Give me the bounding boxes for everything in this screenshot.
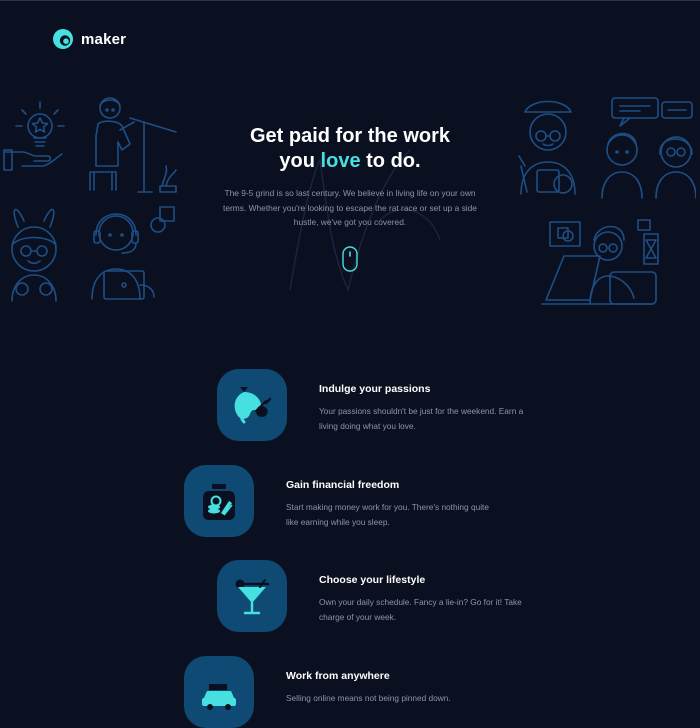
feature-text: Gain financial freedom Start making mone… [286,479,496,530]
feature-description: Selling online means not being pinned do… [286,693,451,703]
logo[interactable]: maker [52,28,126,50]
artist-at-easel-illustration [89,97,177,193]
hero-title-line-2: you love to do. [200,149,500,174]
hero-title-highlight: love [320,150,361,172]
feature-item-finance: Gain financial freedom Start making mone… [184,465,496,537]
feature-icon-tile [217,560,287,632]
chat-friends-illustration [601,97,696,199]
headphones-laptop-illustration [91,206,175,300]
feature-item-anywhere: Work from anywhere Selling online means … [184,656,496,728]
top-border [0,0,700,1]
feature-icon-tile [184,656,254,728]
hero-title-line-1: Get paid for the work [249,125,451,147]
cocktail-icon [235,579,270,615]
bunny-girl-illustration [11,208,57,302]
feature-title: Gain financial freedom [286,479,400,491]
car-icon [202,684,236,710]
maker-logo-icon [53,29,73,49]
feature-text: Choose your lifestyle Own your daily sch… [319,574,529,625]
feature-icon-tile [184,465,254,537]
hero-subtitle: The 9-5 grind is so last century. We bel… [223,188,477,227]
lightbulb-hand-illustration [3,101,65,171]
feature-description: Start making money work for you. There's… [286,502,489,527]
feature-description: Your passions shouldn't be just for the … [319,406,524,431]
paint-splash-icon [234,387,272,424]
money-jar-icon [203,484,235,520]
feature-title: Choose your lifestyle [319,574,426,586]
hero-title-post: to do. [360,150,421,172]
feature-text: Indulge your passions Your passions shou… [319,383,529,434]
brand-name: maker [81,30,127,48]
hero-title: Get paid for the work you love to do. [200,124,500,174]
hero-title-pre: you [279,150,321,172]
feature-title: Indulge your passions [319,383,431,395]
feature-title: Work from anywhere [286,670,390,682]
feature-description: Own your daily schedule. Fancy a lie-in?… [319,597,522,622]
designer-tablet-illustration [541,219,659,305]
painter-beret-illustration [518,100,576,195]
feature-icon-tile [217,369,287,441]
feature-item-lifestyle: Choose your lifestyle Own your daily sch… [217,560,529,632]
feature-text: Work from anywhere Selling online means … [286,670,496,706]
scroll-down-mouse-icon[interactable] [342,246,358,272]
feature-item-passions: Indulge your passions Your passions shou… [217,369,529,441]
